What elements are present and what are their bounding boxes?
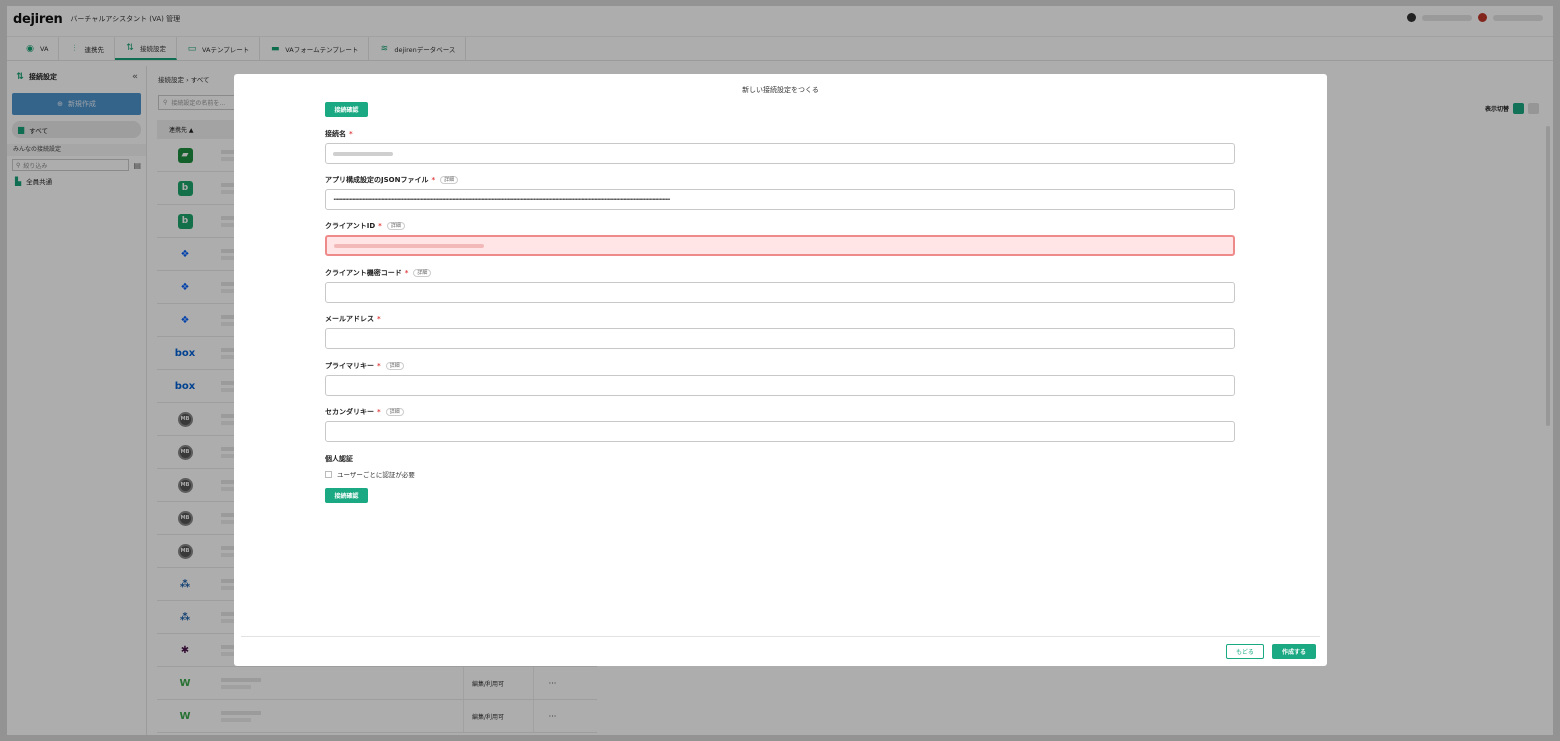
field-label: セカンダリキー * 詳細 xyxy=(325,407,1235,417)
field-label-text: 接続名 xyxy=(325,130,346,138)
required-mark: * xyxy=(404,269,409,277)
field-label: 接続名 * xyxy=(325,129,1235,139)
redacted-value xyxy=(334,243,484,248)
create-button[interactable]: 作成する xyxy=(1272,644,1316,659)
personal-auth: 個人認証 ユーザーごとに認証が必要 xyxy=(325,454,415,479)
new-connection-modal: 新しい接続設定をつくる 接続確認 接続名 * アプリ構成設定のJSONファイル * 詳細… xyxy=(234,74,1327,666)
field-label-text: アプリ構成設定のJSONファイル xyxy=(325,176,429,184)
field-input[interactable] xyxy=(325,375,1235,396)
form-field: クライアントID * 詳細 xyxy=(325,221,1235,256)
redacted-value xyxy=(333,151,393,156)
detail-link[interactable]: 詳細 xyxy=(385,362,404,370)
form-field: アプリ構成設定のJSONファイル * 詳細 •••••••••••••••••••••… xyxy=(325,175,1235,210)
required-mark: * xyxy=(431,176,436,184)
field-input[interactable] xyxy=(325,282,1235,303)
required-mark: * xyxy=(349,130,353,138)
required-mark: * xyxy=(377,408,381,416)
field-input[interactable]: ••••••••••••••••••••••••••••••••••••••••… xyxy=(325,189,1235,210)
field-label-text: クライアント機密コード xyxy=(325,269,402,277)
personal-auth-checkbox[interactable] xyxy=(325,470,332,478)
form-field: クライアント機密コード * 詳細 xyxy=(325,268,1235,303)
form-field: 接続名 * xyxy=(325,129,1235,164)
field-label: プライマリキー * 詳細 xyxy=(325,361,1235,371)
detail-link[interactable]: 詳細 xyxy=(386,222,405,230)
field-input[interactable] xyxy=(325,421,1235,442)
form-field: メールアドレス * xyxy=(325,314,1235,349)
field-input[interactable] xyxy=(325,235,1235,256)
field-label: アプリ構成設定のJSONファイル * 詳細 xyxy=(325,175,1235,185)
field-label-text: プライマリキー xyxy=(325,362,374,370)
personal-auth-option[interactable]: ユーザーごとに認証が必要 xyxy=(325,469,415,479)
field-input[interactable] xyxy=(325,328,1235,349)
personal-auth-title: 個人認証 xyxy=(325,455,353,463)
field-label-text: クライアントID xyxy=(325,222,376,230)
field-label: メールアドレス * xyxy=(325,314,1235,324)
connect-test-button-bottom[interactable]: 接続確認 xyxy=(325,488,368,503)
field-label: クライアントID * 詳細 xyxy=(325,221,1235,231)
field-label: クライアント機密コード * 詳細 xyxy=(325,268,1235,278)
required-mark: * xyxy=(378,222,382,230)
form-field: プライマリキー * 詳細 xyxy=(325,361,1235,396)
modal-footer-divider xyxy=(241,636,1320,637)
required-mark: * xyxy=(377,315,381,323)
detail-link[interactable]: 詳細 xyxy=(413,269,432,277)
field-label-text: セカンダリキー xyxy=(325,408,374,416)
connect-test-button-top[interactable]: 接続確認 xyxy=(325,102,368,117)
required-mark: * xyxy=(377,362,381,370)
back-button[interactable]: もどる xyxy=(1226,644,1264,659)
detail-link[interactable]: 詳細 xyxy=(385,408,404,416)
field-label-text: メールアドレス xyxy=(325,315,374,323)
detail-link[interactable]: 詳細 xyxy=(440,176,459,184)
modal-title: 新しい接続設定をつくる xyxy=(742,86,819,94)
personal-auth-label: ユーザーごとに認証が必要 xyxy=(337,471,415,479)
form-field: セカンダリキー * 詳細 xyxy=(325,407,1235,442)
field-value: ••••••••••••••••••••••••••••••••••••••••… xyxy=(333,196,671,203)
field-input[interactable] xyxy=(325,143,1235,164)
